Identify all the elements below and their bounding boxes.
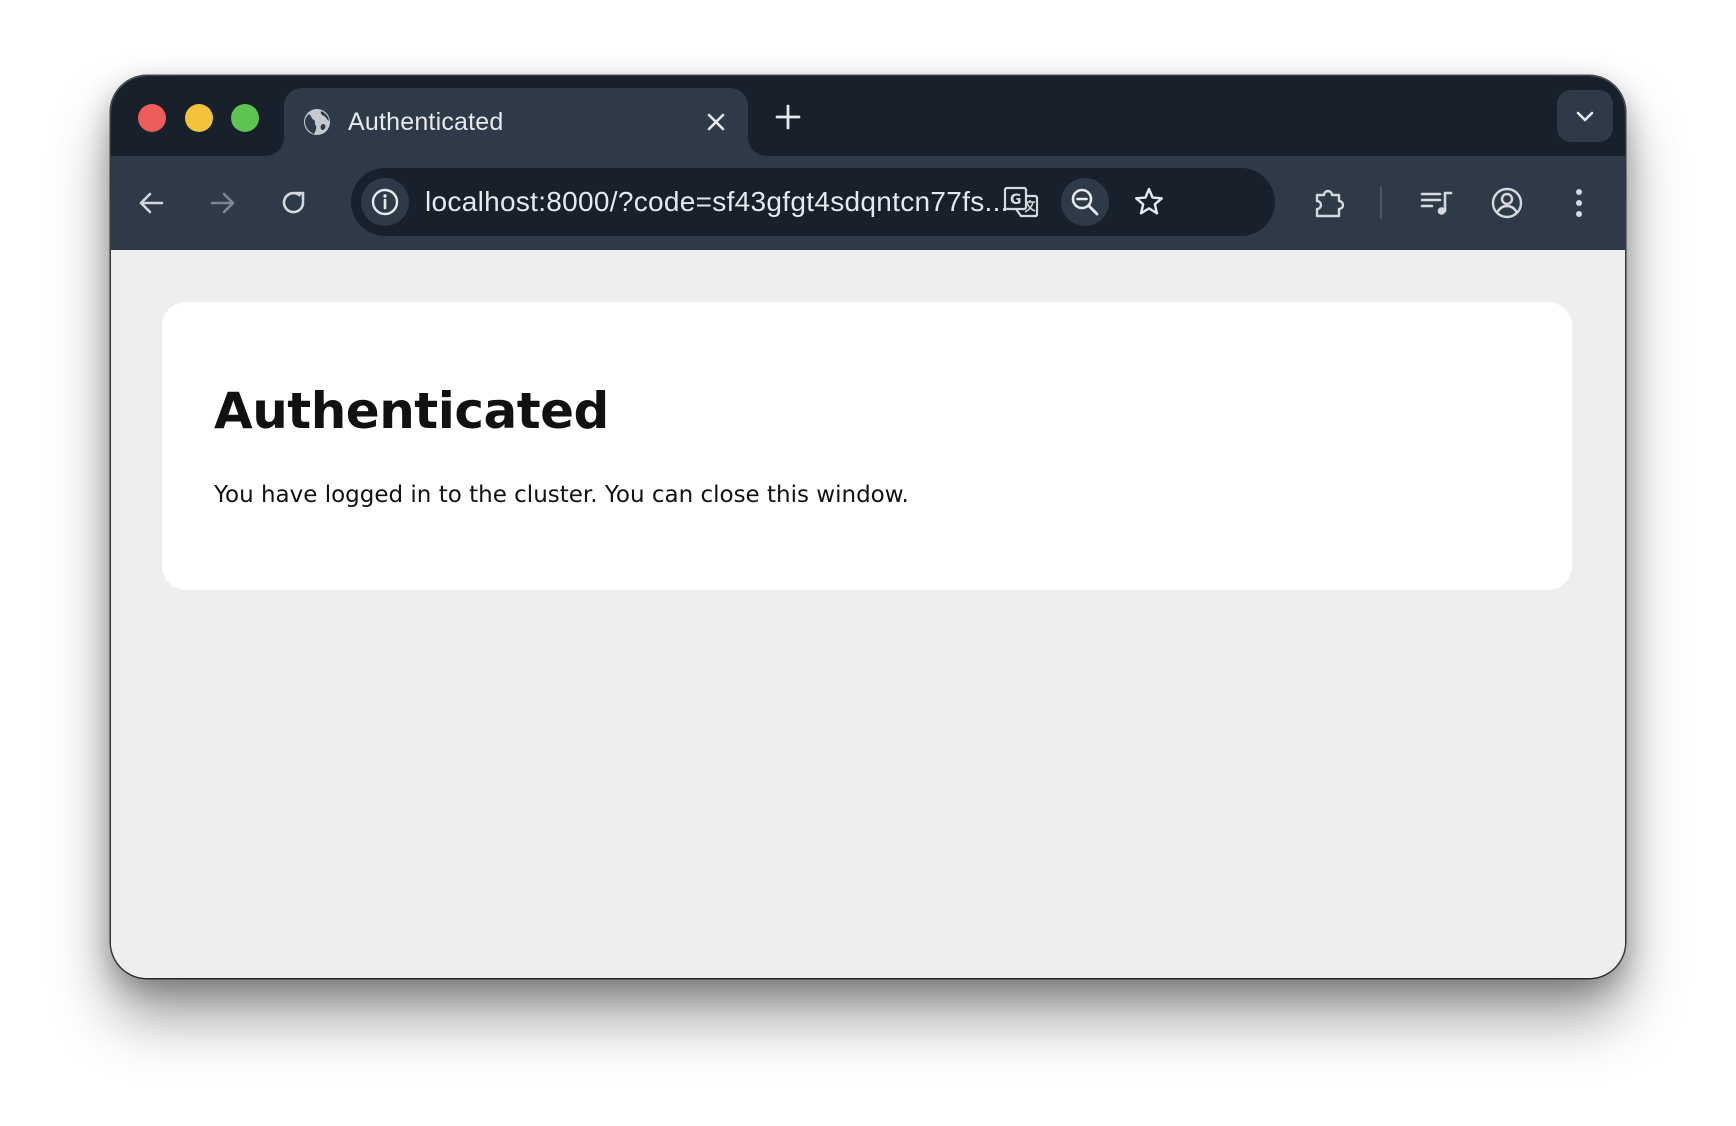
- forward-button[interactable]: [201, 181, 245, 225]
- page-title: Authenticated: [214, 382, 609, 440]
- puzzle-icon: [1315, 189, 1345, 218]
- kebab-menu-icon: [1576, 189, 1582, 217]
- auth-card: Authenticated You have logged in to the …: [162, 302, 1572, 590]
- arrow-left-icon: [139, 192, 164, 214]
- svg-text:G: G: [1010, 192, 1022, 208]
- profile-button[interactable]: [1485, 181, 1529, 225]
- page-content: Authenticated You have logged in to the …: [111, 250, 1625, 978]
- url-text[interactable]: localhost:8000/?code=sf43gfgt4sdqntcn77f…: [425, 168, 1009, 236]
- tab-strip: Authenticated: [111, 76, 1625, 156]
- reload-icon: [282, 191, 305, 214]
- playlist-icon: [1420, 191, 1453, 215]
- extensions-button[interactable]: [1307, 181, 1351, 225]
- browser-window: Authenticated localhost:8000/?code=sf43g…: [111, 76, 1625, 978]
- toolbar: localhost:8000/?code=sf43gfgt4sdqntcn77f…: [111, 156, 1625, 250]
- toolbar-divider: [1380, 187, 1382, 219]
- plus-icon: [775, 104, 801, 130]
- star-icon: [1135, 187, 1163, 215]
- tab-authenticated[interactable]: Authenticated: [266, 88, 766, 156]
- globe-icon: [302, 107, 332, 137]
- tab-title: Authenticated: [348, 108, 504, 136]
- back-button[interactable]: [129, 181, 173, 225]
- bookmark-button[interactable]: [1125, 178, 1173, 226]
- tab-search-button[interactable]: [1557, 90, 1613, 142]
- chevron-down-icon: [1576, 111, 1594, 122]
- close-icon[interactable]: [702, 108, 730, 136]
- zoom-button[interactable]: [1061, 178, 1109, 226]
- minimize-window-button[interactable]: [185, 104, 213, 132]
- translate-button[interactable]: G: [997, 178, 1045, 226]
- zoom-out-icon: [1071, 188, 1099, 216]
- translate-icon: G: [1003, 186, 1039, 218]
- close-window-button[interactable]: [138, 104, 166, 132]
- auth-message: You have logged in to the cluster. You c…: [214, 482, 909, 508]
- media-control-button[interactable]: [1414, 181, 1458, 225]
- info-icon: [371, 188, 399, 216]
- new-tab-button[interactable]: [771, 100, 805, 134]
- arrow-right-icon: [210, 192, 235, 214]
- address-bar[interactable]: localhost:8000/?code=sf43gfgt4sdqntcn77f…: [351, 168, 1275, 236]
- site-info-button[interactable]: [361, 178, 409, 226]
- reload-button[interactable]: [272, 181, 316, 225]
- account-icon: [1491, 187, 1523, 219]
- browser-menu-button[interactable]: [1557, 181, 1601, 225]
- maximize-window-button[interactable]: [231, 104, 259, 132]
